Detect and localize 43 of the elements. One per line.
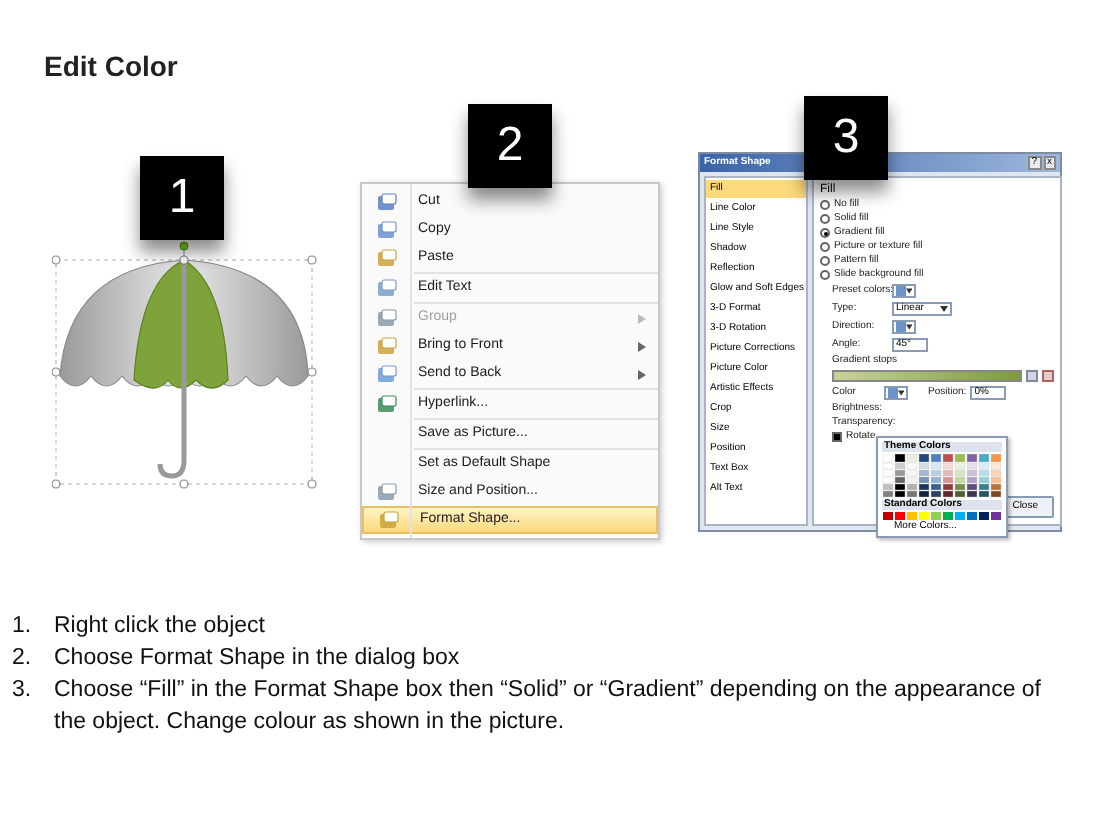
swatch-icon (896, 322, 906, 332)
radio-button[interactable] (820, 242, 830, 252)
menu-item-icon (375, 191, 397, 213)
radio-button[interactable] (820, 228, 830, 238)
radio-button[interactable] (820, 270, 830, 280)
radio-button[interactable] (820, 200, 830, 210)
menu-item-icon (375, 335, 397, 357)
swatch-icon (896, 286, 906, 296)
caret-icon (940, 306, 948, 312)
menu-item-icon (375, 277, 397, 299)
list-number: 3. (12, 676, 34, 706)
instruction-text: Right click the object (54, 612, 265, 642)
list-number: 1. (12, 612, 34, 642)
theme-swatch-grid[interactable] (882, 454, 1002, 498)
step-badge: 1 (140, 156, 224, 240)
menu-item-icon (375, 219, 397, 241)
menu-item-icon (375, 247, 397, 269)
dropdown[interactable] (892, 320, 916, 334)
caret-icon (905, 324, 912, 330)
dropdown[interactable] (892, 284, 916, 298)
instruction-text: Choose Format Shape in the dialog box (54, 644, 460, 674)
instruction-text: Choose “Fill” in the Format Shape box then “Solid” or “Gradient” depending on the appearance of the object. Change colour as shown in the picture. (54, 676, 1044, 738)
standard-swatch-row[interactable] (882, 512, 1002, 520)
menu-item-icon (375, 481, 397, 503)
radio-button[interactable] (820, 256, 830, 266)
submenu-arrow-icon (638, 341, 646, 351)
swatch-icon (888, 388, 898, 398)
submenu-arrow-icon (638, 313, 646, 323)
caret-icon (897, 390, 904, 396)
caret-icon (905, 288, 912, 294)
remove-stop-icon[interactable] (1042, 370, 1054, 382)
menu-item-icon (375, 363, 397, 385)
checkbox[interactable] (832, 432, 842, 442)
menu-item-icon (375, 307, 397, 329)
list-number: 2. (12, 644, 34, 674)
dropdown[interactable] (884, 386, 908, 400)
step-badge: 3 (804, 96, 888, 180)
menu-item-icon (375, 393, 397, 415)
slide-title: Edit Color (44, 50, 178, 82)
step-badge: 2 (468, 104, 552, 188)
submenu-arrow-icon (638, 369, 646, 379)
radio-button[interactable] (820, 214, 830, 224)
menu-item-icon (377, 509, 399, 531)
